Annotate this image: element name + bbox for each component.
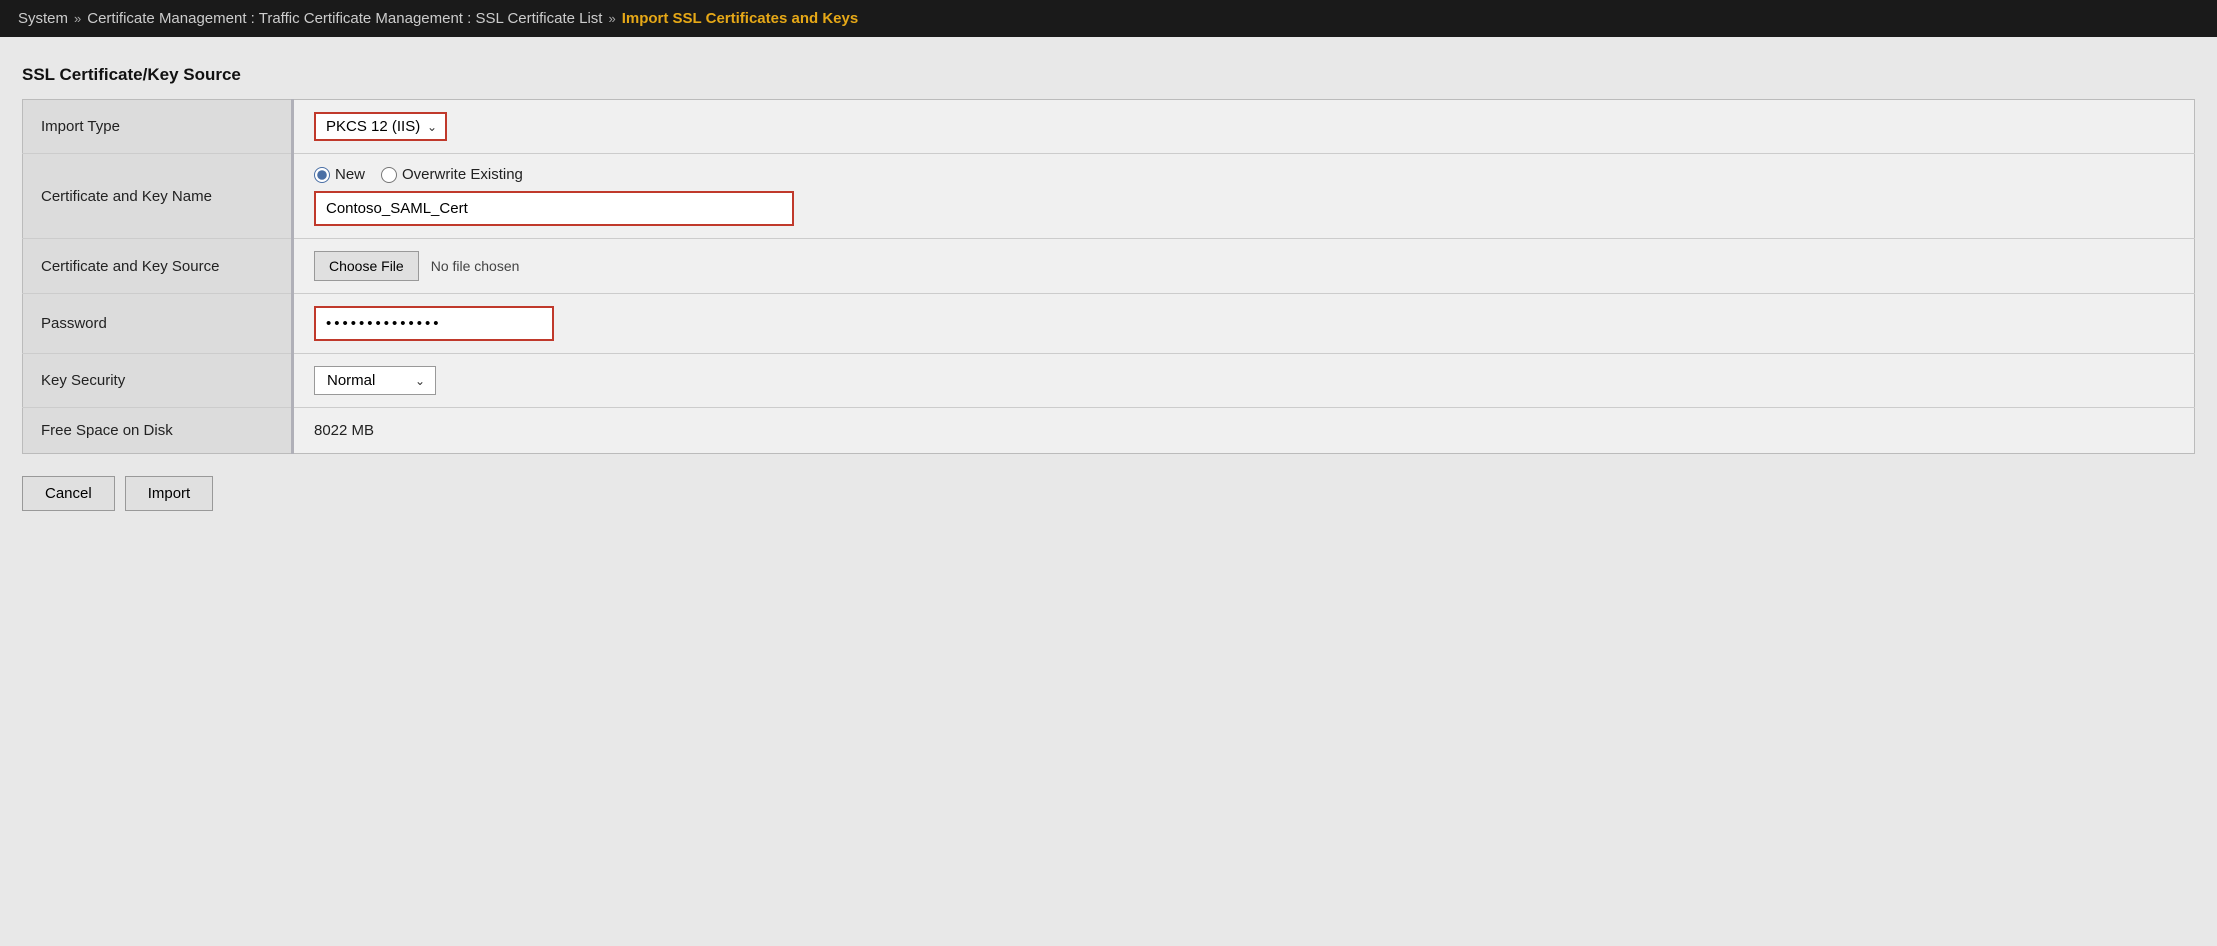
free-space-value: 8022 MB	[314, 422, 374, 439]
import-type-value-cell: PKCS 12 (IIS) Regular PKCS 7 PEM Bundle …	[293, 100, 2195, 154]
key-security-value-cell: Normal High ⌄	[293, 354, 2195, 408]
import-type-select[interactable]: PKCS 12 (IIS) Regular PKCS 7 PEM Bundle	[326, 118, 421, 135]
key-security-select-wrapper[interactable]: Normal High ⌄	[314, 366, 436, 395]
password-row: Password	[23, 294, 2195, 354]
radio-new-label[interactable]: New	[314, 166, 365, 183]
cancel-button[interactable]: Cancel	[22, 476, 115, 511]
cert-key-name-row: Certificate and Key Name New Overwrite E…	[23, 154, 2195, 239]
form-table: Import Type PKCS 12 (IIS) Regular PKCS 7…	[22, 99, 2195, 454]
import-type-select-wrapper[interactable]: PKCS 12 (IIS) Regular PKCS 7 PEM Bundle …	[314, 112, 447, 141]
bottom-actions: Cancel Import	[22, 476, 2195, 511]
import-type-chevron-icon: ⌄	[427, 120, 437, 134]
cert-name-input[interactable]: Contoso_SAML_Cert	[314, 191, 794, 226]
choose-file-button[interactable]: Choose File	[314, 251, 419, 281]
password-value-cell	[293, 294, 2195, 354]
key-security-label: Key Security	[23, 354, 293, 408]
cert-source-label: Certificate and Key Source	[23, 239, 293, 294]
key-security-row: Key Security Normal High ⌄	[23, 354, 2195, 408]
key-security-chevron-icon: ⌄	[415, 374, 425, 388]
no-file-text: No file chosen	[431, 258, 520, 274]
breadcrumb-arrow-2: »	[608, 11, 615, 26]
import-button[interactable]: Import	[125, 476, 214, 511]
free-space-value-cell: 8022 MB	[293, 408, 2195, 454]
password-label: Password	[23, 294, 293, 354]
cert-key-name-value-cell: New Overwrite Existing Contoso_SAML_Cert	[293, 154, 2195, 239]
radio-new-text: New	[335, 166, 365, 183]
radio-overwrite[interactable]	[381, 167, 397, 183]
breadcrumb: System » Certificate Management : Traffi…	[0, 0, 2217, 37]
key-security-select[interactable]: Normal High	[327, 372, 407, 389]
radio-group: New Overwrite Existing	[314, 166, 2174, 183]
breadcrumb-cert-mgmt[interactable]: Certificate Management : Traffic Certifi…	[87, 10, 602, 27]
main-content: SSL Certificate/Key Source Import Type P…	[0, 37, 2217, 937]
radio-overwrite-label[interactable]: Overwrite Existing	[381, 166, 523, 183]
section-title: SSL Certificate/Key Source	[22, 65, 2195, 85]
cert-source-row: Certificate and Key Source Choose File N…	[23, 239, 2195, 294]
free-space-row: Free Space on Disk 8022 MB	[23, 408, 2195, 454]
breadcrumb-current: Import SSL Certificates and Keys	[622, 10, 858, 27]
file-input-area: Choose File No file chosen	[314, 251, 2174, 281]
import-type-label: Import Type	[23, 100, 293, 154]
breadcrumb-arrow-1: »	[74, 11, 81, 26]
radio-new[interactable]	[314, 167, 330, 183]
cert-key-name-label: Certificate and Key Name	[23, 154, 293, 239]
password-input[interactable]	[314, 306, 554, 341]
free-space-label: Free Space on Disk	[23, 408, 293, 454]
import-type-row: Import Type PKCS 12 (IIS) Regular PKCS 7…	[23, 100, 2195, 154]
cert-source-value-cell: Choose File No file chosen	[293, 239, 2195, 294]
radio-overwrite-text: Overwrite Existing	[402, 166, 523, 183]
breadcrumb-system[interactable]: System	[18, 10, 68, 27]
